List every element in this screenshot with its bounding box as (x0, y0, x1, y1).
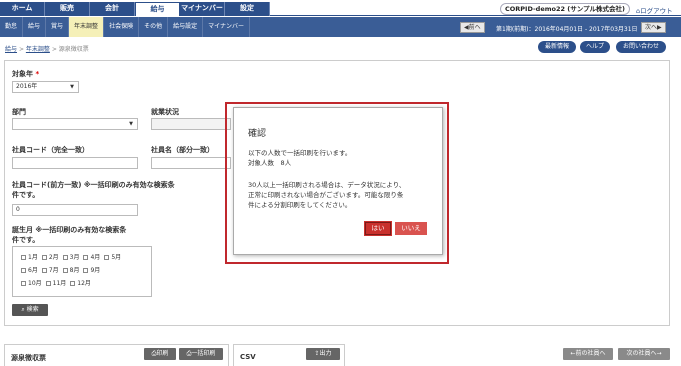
subnav-other[interactable]: その他 (139, 17, 169, 37)
contact-button[interactable]: お問い合わせ (616, 41, 666, 53)
month-checkbox-3[interactable]: 3月 (62, 252, 79, 261)
subnav-payroll-settings[interactable]: 給与設定 (168, 17, 204, 37)
withholding-title: 源泉徴収票 (11, 354, 46, 362)
tab-accounting[interactable]: 会計 (90, 2, 135, 16)
month-checkbox-7[interactable]: 7月 (41, 265, 59, 274)
breadcrumb-payroll[interactable]: 給与 (5, 46, 17, 53)
chevron-down-icon: ▼ (129, 121, 133, 127)
birth-month-label-line2: 件です。 (12, 236, 40, 244)
company-selector[interactable]: CORPID-demo22 (サンプル株式会社) (500, 3, 630, 15)
month-checkbox-4[interactable]: 4月 (83, 252, 100, 261)
month-checkbox-12[interactable]: 12月 (70, 278, 91, 287)
subnav-salary[interactable]: 給与 (23, 17, 47, 37)
month-checkbox-2[interactable]: 2月 (41, 252, 59, 261)
breadcrumb-current: 源泉徴収票 (58, 46, 89, 53)
birth-month-checkboxes: 1月 2月 3月 4月 5月 6月 7月 8月 9月 10月 11月 12月 (12, 246, 152, 297)
tab-home[interactable]: ホーム (0, 2, 45, 16)
employment-status-select[interactable] (151, 118, 231, 130)
employee-code-prefix-input[interactable]: 0 (12, 204, 138, 216)
dialog-message-line3: 30人以上一括印刷される場合は、データ状況により、 (248, 181, 406, 189)
print-button-label: 印刷 (156, 350, 169, 357)
breadcrumb: 給与 > 年末調整 > 源泉徴収票 (5, 44, 89, 53)
month-checkbox-9[interactable]: 9月 (83, 265, 100, 274)
subnav-bonus[interactable]: 賞与 (46, 17, 70, 37)
month-checkbox-1[interactable]: 1月 (21, 252, 38, 261)
employee-code-exact-label: 社員コード（完全一致） (12, 146, 89, 154)
target-year-label: 対象年 * (12, 69, 39, 79)
bulk-print-button[interactable]: ⎙一括印刷 (179, 348, 223, 360)
export-button[interactable]: ⇪出力 (306, 348, 340, 360)
next-period-label: 次へ (645, 24, 658, 31)
month-checkbox-8[interactable]: 8月 (62, 265, 79, 274)
subnav-mynumber[interactable]: マイナンバー (203, 17, 250, 37)
help-button[interactable]: ヘルプ (580, 41, 610, 53)
top-navigation: ホーム 販売 会計 給与 マイナンバー 設定 CORPID-demo22 (サン… (0, 0, 681, 16)
department-label: 部門 (12, 108, 26, 116)
dialog-no-button[interactable]: いいえ (395, 222, 427, 235)
tab-sales[interactable]: 販売 (45, 2, 90, 16)
prev-period-label: 前へ (468, 24, 481, 31)
next-period-button[interactable]: 次へ▶ (641, 22, 666, 33)
prev-employee-button[interactable]: ←前の社員へ (563, 348, 613, 360)
target-year-text: 対象年 (12, 70, 33, 78)
department-select[interactable]: ▼ (12, 118, 138, 130)
month-checkbox-6[interactable]: 6月 (21, 265, 38, 274)
dialog-message-line2: 対象人数 8人 (248, 159, 292, 167)
employee-code-prefix-label: 社員コード(前方一致) ※一括印刷のみ有効な検索条 件です。 (12, 180, 175, 200)
target-year-value: 2016年 (16, 83, 38, 90)
month-checkbox-5[interactable]: 5月 (104, 252, 121, 261)
subnav-social-insurance[interactable]: 社会保険 (104, 17, 140, 37)
tab-settings[interactable]: 設定 (225, 2, 270, 16)
dialog-message-line5: 件による分割印刷をしてください。 (248, 201, 352, 209)
target-year-select[interactable]: 2016年 ▼ (12, 81, 79, 93)
code-prefix-label-line2: 件です。 (12, 191, 40, 199)
birth-month-label: 誕生月 ※一括印刷のみ有効な検索条 件です。 (12, 225, 126, 245)
whats-new-button[interactable]: 最新情報 (538, 41, 576, 53)
birth-month-label-line1: 誕生月 ※一括印刷のみ有効な検索条 (12, 226, 127, 234)
employee-name-label: 社員名（部分一致） (151, 146, 214, 154)
subnav-attendance[interactable]: 勤怠 (0, 17, 24, 37)
code-prefix-label-line1: 社員コード(前方一致) ※一括印刷のみ有効な検索条 (12, 181, 175, 189)
next-employee-button[interactable]: 次の社員へ→ (618, 348, 670, 360)
employment-status-label: 就業状況 (151, 108, 179, 116)
subnav-year-end[interactable]: 年末調整 (69, 17, 105, 37)
main-tabs: ホーム 販売 会計 給与 マイナンバー 設定 (0, 2, 270, 16)
dialog-title: 確認 (248, 129, 267, 139)
fiscal-period: 第1期(前期)：2016年04月01日 - 2017年03月31日 (496, 26, 638, 33)
arrow-right-icon: ▶ (657, 24, 662, 31)
logout-label: ログアウト (640, 7, 673, 15)
breadcrumb-separator: > (51, 46, 59, 53)
month-checkbox-10[interactable]: 10月 (21, 278, 42, 287)
tab-mynumber[interactable]: マイナンバー (180, 2, 225, 16)
month-checkbox-11[interactable]: 11月 (45, 278, 66, 287)
breadcrumb-separator: > (18, 46, 26, 53)
employee-name-input[interactable] (151, 157, 231, 169)
dialog-yes-button[interactable]: はい (364, 221, 392, 236)
dialog-message-line4: 正常に印刷されない場合がございます。可能な限り条 (248, 191, 404, 199)
logout-link[interactable]: ⌂ログアウト (636, 5, 673, 15)
prev-period-button[interactable]: ◀前へ (460, 22, 485, 33)
search-button[interactable]: ⌕ 検索 (12, 304, 48, 316)
sub-navigation: 勤怠 給与 賞与 年末調整 社会保険 その他 給与設定 マイナンバー ◀前へ 第… (0, 17, 681, 37)
bulk-print-button-label: 一括印刷 (191, 350, 216, 357)
breadcrumb-year-end[interactable]: 年末調整 (26, 46, 50, 53)
dialog-message-line1: 以下の人数で一括印刷を行います。 (248, 149, 352, 157)
export-button-label: 出力 (319, 350, 332, 357)
tab-payroll[interactable]: 給与 (135, 2, 180, 16)
confirm-dialog: 確認 以下の人数で一括印刷を行います。 対象人数 8人 30人以上一括印刷される… (233, 107, 443, 255)
print-button[interactable]: ⎙印刷 (144, 348, 176, 360)
employee-code-exact-input[interactable] (12, 157, 138, 169)
chevron-down-icon: ▼ (70, 84, 74, 90)
csv-title: CSV (240, 353, 256, 361)
breadcrumb-bar: 給与 > 年末調整 > 源泉徴収票 最新情報 ヘルプ お問い合わせ (0, 38, 681, 56)
search-button-label: 検索 (26, 306, 39, 313)
required-mark: * (35, 70, 40, 78)
